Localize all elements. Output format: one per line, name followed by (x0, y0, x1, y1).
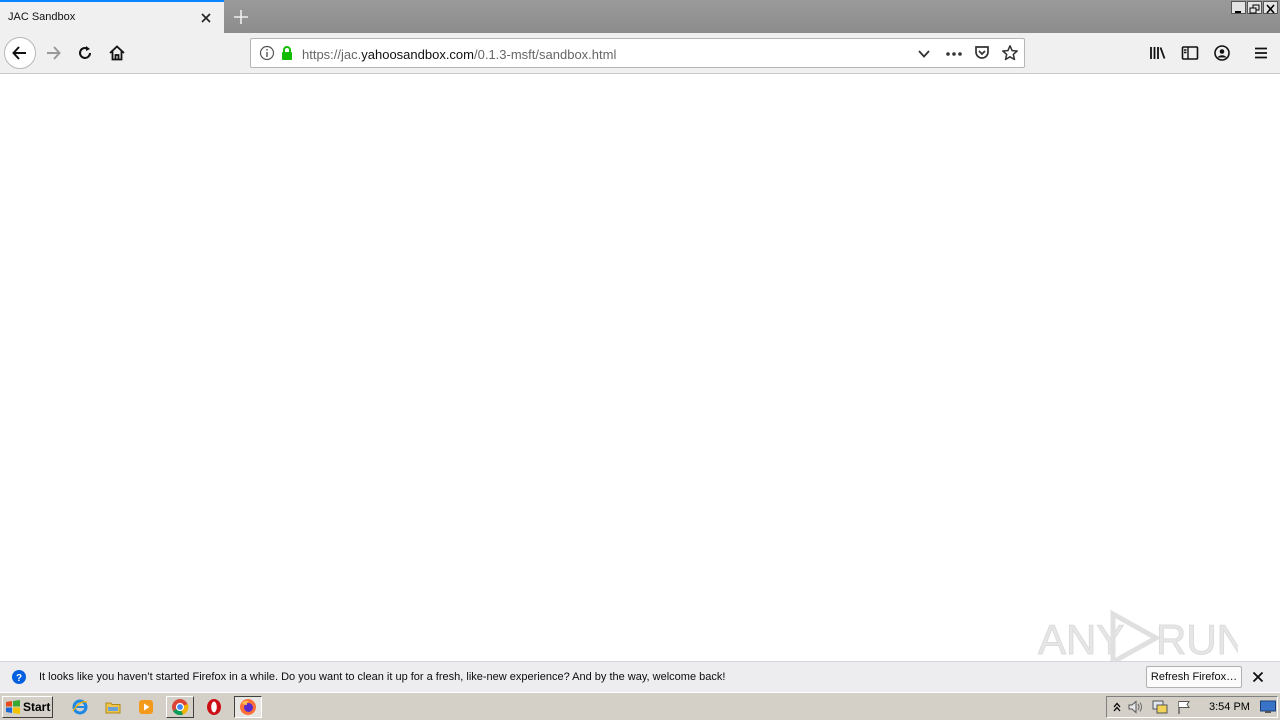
forward-arrow-icon (47, 46, 61, 60)
folder-icon (105, 702, 121, 714)
tab-title: JAC Sandbox (8, 11, 76, 23)
sidebar-toggle-icon[interactable] (1180, 44, 1200, 62)
internet-explorer-icon (72, 699, 88, 715)
windows-flag-icon (6, 700, 20, 714)
start-button[interactable]: Start (2, 696, 53, 718)
pocket-icon[interactable] (973, 44, 991, 62)
system-tray: 3:54 PM (1106, 696, 1278, 718)
navigation-toolbar: https://jac.yahoosandbox.com/0.1.3-msft/… (0, 33, 1280, 74)
tab-jac-sandbox[interactable]: JAC Sandbox (0, 0, 224, 33)
reload-button[interactable] (69, 37, 101, 69)
show-hidden-icons-icon[interactable] (1111, 700, 1123, 714)
hamburger-menu-icon[interactable] (1251, 44, 1271, 62)
taskbar-firefox[interactable] (234, 696, 262, 718)
notification-message: It looks like you haven’t started Firefo… (39, 671, 726, 683)
network-icon[interactable] (1151, 699, 1169, 715)
url-bar[interactable]: https://jac.yahoosandbox.com/0.1.3-msft/… (250, 38, 1025, 68)
close-tab-icon[interactable] (198, 10, 214, 26)
url-prefix: https://jac. (302, 47, 362, 62)
minimize-button[interactable] (1231, 1, 1246, 14)
svg-text:RUN: RUN (1156, 616, 1238, 663)
anyrun-watermark: ANY RUN (1038, 608, 1248, 668)
page-content[interactable] (0, 74, 1280, 661)
reload-icon (79, 46, 91, 59)
close-window-button[interactable] (1263, 1, 1278, 14)
volume-icon[interactable] (1127, 699, 1145, 715)
home-icon (109, 45, 125, 61)
forward-button[interactable] (37, 37, 69, 69)
firefox-icon (240, 699, 256, 715)
clock[interactable]: 3:54 PM (1209, 701, 1250, 713)
url-text[interactable]: https://jac.yahoosandbox.com/0.1.3-msft/… (302, 47, 616, 62)
back-arrow-icon (12, 46, 26, 60)
page-actions-icon[interactable] (944, 45, 964, 63)
home-button[interactable] (101, 37, 133, 69)
window-controls (1231, 1, 1278, 14)
url-path: /0.1.3-msft/sandbox.html (474, 47, 617, 62)
secure-lock-icon[interactable] (279, 45, 295, 61)
svg-text:?: ? (16, 673, 22, 684)
info-icon[interactable] (259, 45, 275, 61)
new-tab-icon[interactable] (230, 6, 252, 28)
screen: JAC Sandbox https://jac.yahoosandbox.com… (0, 0, 1280, 720)
taskbar-chrome[interactable] (166, 696, 194, 718)
restore-button[interactable] (1247, 1, 1262, 14)
library-icon[interactable] (1148, 44, 1168, 62)
notification-bar: ? It looks like you haven’t started Fire… (0, 661, 1280, 692)
action-center-flag-icon[interactable] (1175, 699, 1193, 715)
show-desktop-icon[interactable] (1259, 699, 1277, 715)
taskbar: Start 3:54 PM (0, 692, 1280, 720)
refresh-firefox-button[interactable]: Refresh Firefox… (1146, 666, 1242, 688)
question-icon: ? (11, 669, 27, 685)
media-player-icon (139, 700, 153, 714)
taskbar-media-player[interactable] (132, 696, 160, 718)
account-icon[interactable] (1212, 44, 1232, 62)
opera-icon (207, 699, 221, 715)
taskbar-internet-explorer[interactable] (66, 696, 94, 718)
taskbar-file-explorer[interactable] (99, 696, 127, 718)
back-button[interactable] (4, 37, 36, 69)
bookmark-star-icon[interactable] (1001, 44, 1019, 62)
close-notification-icon[interactable] (1250, 669, 1266, 685)
chevron-down-icon[interactable] (915, 45, 933, 63)
start-label: Start (23, 700, 51, 714)
tab-strip: JAC Sandbox (0, 0, 1280, 33)
taskbar-opera[interactable] (200, 696, 228, 718)
chrome-icon (172, 699, 189, 716)
url-host: yahoosandbox.com (361, 47, 474, 62)
